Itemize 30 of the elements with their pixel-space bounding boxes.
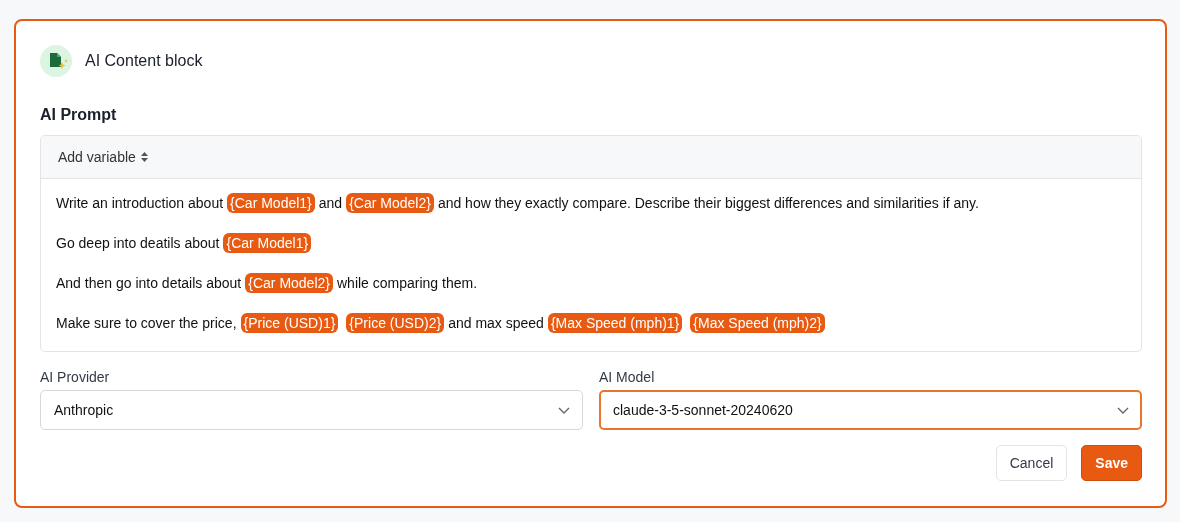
prompt-text: and how they exactly compare. Describe their biggest differences and similarities if any. — [437, 195, 979, 211]
cancel-button[interactable]: Cancel — [995, 445, 1068, 481]
variable-tag: {Max Speed (mph)1} — [547, 313, 683, 333]
variable-tag: {Car Model2} — [245, 273, 333, 293]
prompt-text: and — [318, 195, 343, 211]
prompt-text: Write an introduction about — [56, 195, 224, 211]
select-field[interactable]: claude-3-5-sonnet-20240620 — [599, 390, 1142, 430]
variable-tag: {Car Model2} — [346, 193, 434, 213]
prompt-text: while comparing them. — [337, 275, 478, 291]
field-label: AI Model — [599, 369, 656, 385]
field-label: AI Provider — [40, 369, 111, 385]
variable-tag: {Price (USD)1} — [240, 313, 339, 333]
sort-caret-icon — [140, 152, 148, 162]
variable-tag: {Max Speed (mph)2} — [690, 313, 825, 333]
variable-tag: {Car Model1} — [223, 233, 312, 253]
prompt-text: Go deep into deatils about — [56, 235, 220, 251]
prompt-text: and max speed — [448, 315, 544, 331]
add-variable-button[interactable]: Add variable — [58, 149, 148, 165]
chevron-down-icon — [1117, 406, 1129, 414]
prompt-editor[interactable] — [40, 135, 1142, 352]
prompt-text: And then go into details about — [56, 275, 242, 291]
prompt-text: Make sure to cover the price, — [56, 315, 237, 331]
prompt-label: AI Prompt — [40, 105, 118, 125]
block-title: AI Content block — [85, 52, 203, 70]
select-field[interactable]: Anthropic — [40, 390, 583, 430]
save-button[interactable]: Save — [1081, 445, 1142, 481]
variable-tag: {Car Model1} — [227, 193, 315, 213]
chevron-down-icon — [558, 406, 570, 414]
document-sparkle-icon — [40, 45, 72, 77]
variable-tag: {Price (USD)2} — [346, 313, 445, 333]
